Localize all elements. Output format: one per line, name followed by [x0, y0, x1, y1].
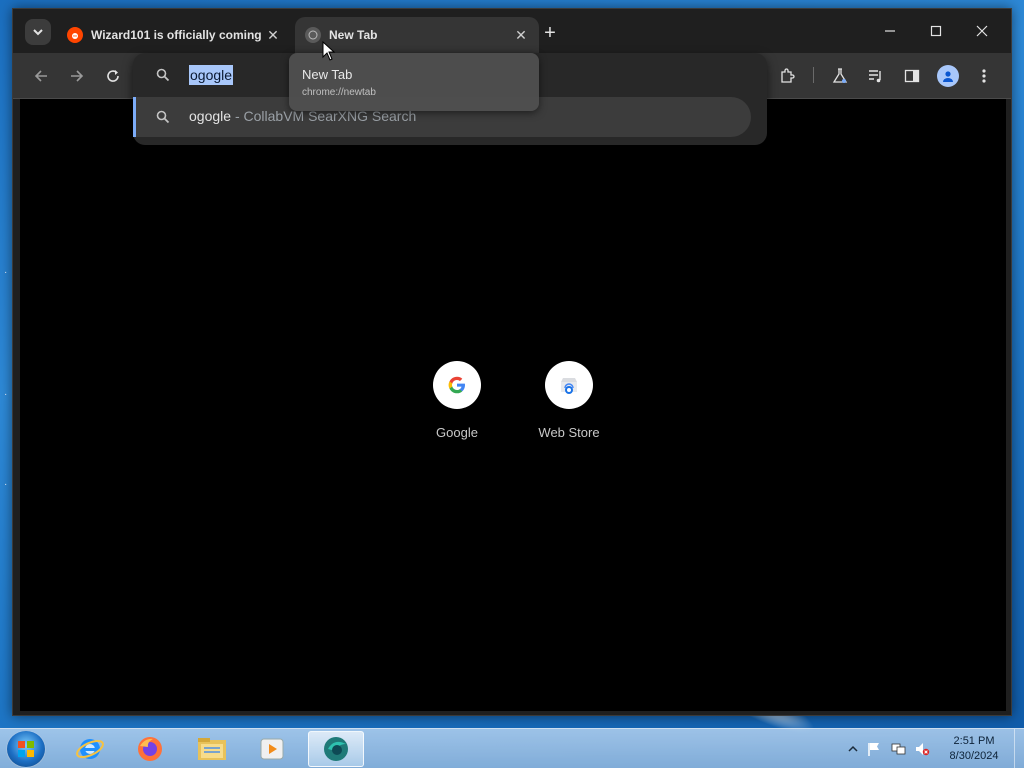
tab-search-button[interactable]: [25, 19, 51, 45]
taskbar-clock[interactable]: 2:51 PM 8/30/2024: [940, 734, 1008, 764]
back-button[interactable]: [30, 65, 52, 87]
close-icon[interactable]: ✕: [513, 27, 529, 44]
show-hidden-icons-icon[interactable]: [845, 741, 861, 757]
desktop-edge-mark: ·: [4, 267, 8, 278]
clock-date: 8/30/2024: [949, 750, 999, 762]
search-icon: [156, 68, 170, 82]
labs-button[interactable]: [829, 65, 851, 87]
maximize-icon: [930, 25, 942, 37]
media-controls-button[interactable]: [865, 65, 887, 87]
more-vertical-icon: [982, 69, 986, 83]
close-icon[interactable]: ✕: [265, 27, 281, 44]
address-input[interactable]: ogogle: [189, 65, 234, 85]
toolbar-separator: [813, 67, 814, 83]
shortcut-label: Google: [436, 425, 478, 440]
network-icon[interactable]: [890, 741, 906, 757]
suggestion-separator: -: [234, 108, 240, 124]
start-button[interactable]: [6, 730, 46, 768]
shortcut-tile: [545, 361, 593, 409]
side-panel-button[interactable]: [901, 65, 923, 87]
media-player-icon: [260, 738, 284, 760]
queue-music-icon: [869, 70, 881, 83]
tab-title: Wizard101 is officially coming: [91, 28, 262, 42]
browser-window: Wizard101 is officially coming ✕ New Tab…: [12, 8, 1012, 716]
suggestion-query: ogogle: [189, 108, 232, 124]
reddit-icon: [67, 27, 83, 43]
search-icon: [156, 110, 170, 124]
show-desktop-button[interactable]: [1014, 729, 1024, 768]
minimize-icon: [885, 30, 895, 32]
reload-button[interactable]: [102, 65, 124, 87]
profile-avatar[interactable]: [937, 65, 959, 87]
hover-card-url: chrome://newtab: [302, 87, 376, 98]
taskbar-firefox[interactable]: [122, 731, 178, 767]
file-explorer-icon: [198, 738, 226, 760]
taskbar-media-player[interactable]: [244, 731, 300, 767]
tab-hover-card: New Tab chrome://newtab: [289, 53, 539, 111]
minimize-button[interactable]: [867, 17, 913, 45]
shortcut-google[interactable]: Google: [407, 361, 507, 440]
desktop-edge-mark: ·: [4, 389, 8, 400]
plus-icon: +: [544, 22, 556, 44]
arrow-right-icon: [71, 70, 84, 82]
arrow-left-icon: [34, 70, 47, 82]
person-icon: [943, 71, 953, 82]
taskbar-file-explorer[interactable]: [184, 731, 240, 767]
tab-title: New Tab: [329, 28, 378, 42]
web-store-icon: [561, 378, 577, 394]
shortcut-label: Web Store: [538, 425, 600, 440]
taskbar-browser[interactable]: [308, 731, 364, 767]
volume-muted-icon[interactable]: [914, 741, 930, 757]
taskbar: 2:51 PM 8/30/2024: [0, 728, 1024, 768]
action-center-flag-icon[interactable]: [866, 741, 882, 757]
close-window-button[interactable]: [959, 17, 1005, 45]
globe-icon: [305, 27, 321, 43]
desktop-edge-mark: ·: [4, 479, 8, 490]
maximize-button[interactable]: [913, 17, 959, 45]
google-icon: [448, 376, 465, 394]
puzzle-icon: [781, 68, 795, 83]
internet-explorer-icon: [76, 739, 104, 759]
new-tab-page: Google Web Store: [20, 99, 1006, 711]
tab-strip: Wizard101 is officially coming ✕ New Tab…: [13, 9, 1011, 53]
taskbar-internet-explorer[interactable]: [62, 731, 118, 767]
new-tab-button[interactable]: +: [539, 23, 561, 45]
side-panel-icon: [904, 69, 920, 83]
firefox-icon: [138, 737, 162, 761]
selection-indicator: [133, 97, 136, 137]
mouse-cursor-icon: [322, 41, 336, 61]
extensions-button[interactable]: [776, 65, 798, 87]
menu-button[interactable]: [973, 65, 995, 87]
forward-button[interactable]: [66, 65, 88, 87]
clock-time: 2:51 PM: [953, 735, 995, 747]
windows-logo-icon: [18, 741, 34, 757]
chevron-down-icon: [33, 29, 43, 36]
hover-card-title: New Tab: [302, 67, 353, 82]
shortcut-web-store[interactable]: Web Store: [519, 361, 619, 440]
tab-wizard101[interactable]: Wizard101 is officially coming ✕: [57, 17, 291, 53]
shortcut-tile: [433, 361, 481, 409]
reload-icon: [107, 70, 119, 82]
flask-icon: [832, 68, 848, 83]
browser-icon: [324, 737, 348, 761]
close-icon: [976, 25, 988, 37]
